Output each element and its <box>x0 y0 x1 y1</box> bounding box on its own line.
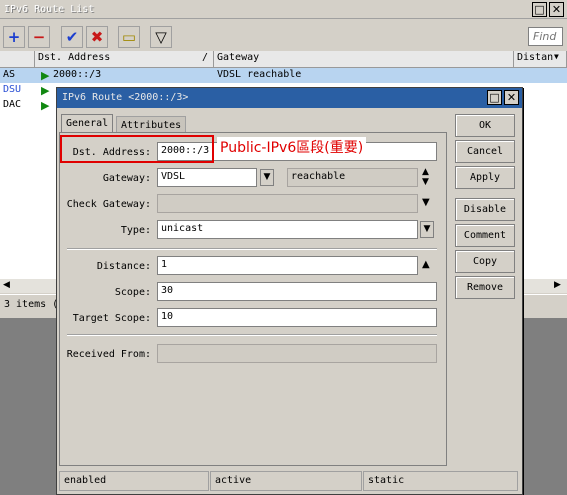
ok-button[interactable]: OK <box>455 114 515 137</box>
list-titlebar[interactable]: IPv6 Route List □ ✕ <box>0 0 567 19</box>
route-dialog: IPv6 Route <2000::/3> □ ✕ General Attrib… <box>56 87 523 495</box>
table-row[interactable]: AS ▶ 2000::/3 VDSL reachable <box>0 68 567 83</box>
items-count: 3 items ( <box>4 299 59 310</box>
enable-check-icon[interactable]: ✔ <box>61 26 83 48</box>
annotation-label: Public-IPv6區段(重要) <box>217 137 367 157</box>
check-gateway-field[interactable] <box>157 194 418 213</box>
gateway-dropdown-icon[interactable]: ▼ <box>260 169 274 186</box>
list-close-button[interactable]: ✕ <box>549 2 564 17</box>
distance-collapse-icon[interactable]: ▲ <box>422 259 430 270</box>
col-dst-address[interactable]: Dst. Address / <box>35 51 214 67</box>
row-flags: DSU <box>3 84 22 95</box>
dialog-close-button[interactable]: ✕ <box>504 90 519 105</box>
check-gateway-label: Check Gateway: <box>66 199 151 210</box>
tab-general[interactable]: General <box>61 114 114 132</box>
col-distance[interactable]: Distan ▼ <box>514 51 567 67</box>
copy-button[interactable]: Copy <box>455 250 515 273</box>
status-active: active <box>210 471 362 491</box>
dialog-maximize-button[interactable]: □ <box>487 90 502 105</box>
cancel-button[interactable]: Cancel <box>455 140 515 163</box>
target-scope-field[interactable]: 10 <box>157 308 437 327</box>
sort-indicator-icon: / <box>202 52 209 63</box>
col-dst-address-label: Dst. Address <box>38 52 111 63</box>
col-gateway[interactable]: Gateway <box>214 51 514 67</box>
divider <box>67 248 437 250</box>
row-gateway: VDSL reachable <box>217 69 302 80</box>
row-dst-address: 2000::/3 <box>53 69 102 80</box>
dialog-titlebar[interactable]: IPv6 Route <2000::/3> □ ✕ <box>57 88 522 108</box>
type-dropdown-icon[interactable]: ▼ <box>420 221 434 238</box>
comment-button[interactable]: Comment <box>455 224 515 247</box>
distance-field[interactable]: 1 <box>157 256 418 275</box>
check-gateway-dropdown-icon[interactable]: ▼ <box>422 197 430 208</box>
col-flags[interactable] <box>0 51 35 67</box>
route-flag-icon: ▶ <box>41 69 50 82</box>
disable-x-icon[interactable]: ✖ <box>86 26 108 48</box>
gateway-up-down-icon[interactable]: ▲ ▼ <box>422 167 429 187</box>
route-flag-icon: ▶ <box>41 99 50 112</box>
scroll-left-icon[interactable]: ◀ <box>3 280 10 290</box>
target-scope-label: Target Scope: <box>72 313 151 324</box>
find-input[interactable] <box>528 27 563 46</box>
list-maximize-button[interactable]: □ <box>532 2 547 17</box>
received-from-field <box>157 344 437 363</box>
type-label: Type: <box>120 225 151 236</box>
comment-icon[interactable]: ▭ <box>118 26 140 48</box>
route-table-header: Dst. Address / Gateway Distan ▼ <box>0 51 567 68</box>
divider <box>67 334 437 336</box>
add-icon[interactable]: + <box>3 26 25 48</box>
row-flags: AS <box>3 69 16 80</box>
apply-button[interactable]: Apply <box>455 166 515 189</box>
gateway-state: reachable <box>287 168 418 187</box>
gateway-select[interactable]: VDSL <box>157 168 257 187</box>
filter-icon[interactable]: ▽ <box>150 26 172 48</box>
remove-button[interactable]: Remove <box>455 276 515 299</box>
annotation-highlight-box <box>60 135 214 163</box>
disable-button[interactable]: Disable <box>455 198 515 221</box>
scope-field[interactable]: 30 <box>157 282 437 301</box>
row-flags: DAC <box>3 99 22 110</box>
scroll-right-icon[interactable]: ▶ <box>554 280 561 290</box>
list-window-title: IPv6 Route List <box>4 4 95 15</box>
status-enabled: enabled <box>59 471 209 491</box>
distance-label: Distance: <box>96 261 151 272</box>
dialog-title: IPv6 Route <2000::/3> <box>62 92 189 103</box>
type-select[interactable]: unicast <box>157 220 418 239</box>
gateway-label: Gateway: <box>102 173 151 184</box>
route-flag-icon: ▶ <box>41 84 50 97</box>
scope-label: Scope: <box>114 287 151 298</box>
remove-icon[interactable]: − <box>28 26 50 48</box>
status-static: static <box>363 471 518 491</box>
col-distance-label: Distan <box>517 52 554 63</box>
column-menu-icon: ▼ <box>554 52 559 61</box>
received-from-label: Received From: <box>66 349 151 360</box>
